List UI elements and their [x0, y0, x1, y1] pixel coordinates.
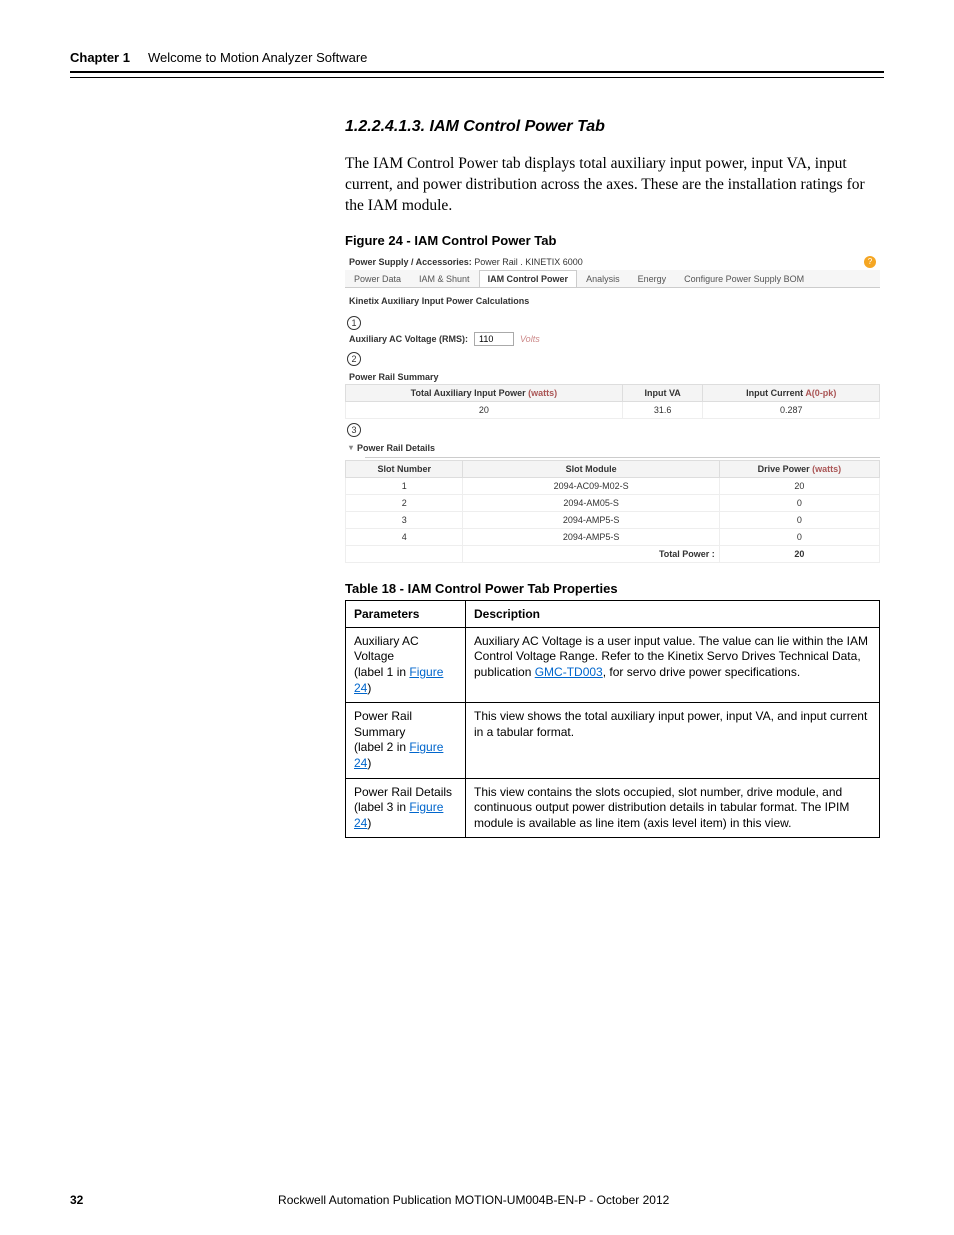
panel-title: Power Supply / Accessories: Power Rail .… [349, 257, 583, 267]
details-title: Power Rail Details [357, 443, 435, 453]
table-row: 32094-AMP5-S0 [346, 511, 880, 528]
summary-table: Total Auxiliary Input Power (watts) Inpu… [345, 384, 880, 419]
table-row: 12094-AC09-M02-S20 [346, 477, 880, 494]
panel-title-value: Power Rail . KINETIX 6000 [474, 257, 583, 267]
tab-power-data[interactable]: Power Data [345, 270, 410, 287]
table-row: 42094-AMP5-S0 [346, 528, 880, 545]
callout-1: 1 [347, 316, 361, 330]
tab-iam-shunt[interactable]: IAM & Shunt [410, 270, 479, 287]
publication-link[interactable]: GMC-TD003 [535, 665, 603, 679]
tab-analysis[interactable]: Analysis [577, 270, 629, 287]
details-h3: Drive Power (watts) [719, 460, 879, 477]
table-row: Power Rail Summary (label 2 in Figure 24… [346, 703, 880, 778]
publication-info: Rockwell Automation Publication MOTION-U… [278, 1193, 669, 1207]
details-h2: Slot Module [463, 460, 719, 477]
panel-title-prefix: Power Supply / Accessories: [349, 257, 472, 267]
aux-voltage-input[interactable] [474, 332, 514, 346]
aux-voltage-label: Auxiliary AC Voltage (RMS): [349, 334, 468, 344]
tab-bar: Power Data IAM & Shunt IAM Control Power… [345, 270, 880, 288]
aux-voltage-unit: Volts [520, 334, 540, 344]
summary-c3: 0.287 [703, 401, 880, 418]
tab-configure-bom[interactable]: Configure Power Supply BOM [675, 270, 813, 287]
table-row: Power Rail Details (label 3 in Figure 24… [346, 778, 880, 838]
section-heading: 1.2.2.4.1.3. IAM Control Power Tab [345, 118, 884, 136]
total-label: Total Power : [463, 545, 719, 562]
details-h1: Slot Number [346, 460, 463, 477]
param-cell: Power Rail Summary (label 2 in Figure 24… [346, 703, 466, 778]
figure-caption: Figure 24 - IAM Control Power Tab [345, 233, 884, 248]
callout-2: 2 [347, 352, 361, 366]
help-icon[interactable]: ? [864, 256, 876, 268]
page-footer: 32 Rockwell Automation Publication MOTIO… [0, 1193, 954, 1207]
th-description: Description [466, 600, 880, 627]
callout-3: 3 [347, 423, 361, 437]
table-caption: Table 18 - IAM Control Power Tab Propert… [345, 581, 884, 596]
collapse-icon[interactable]: ▾ [349, 443, 353, 452]
desc-cell: Auxiliary AC Voltage is a user input val… [466, 627, 880, 702]
chapter-title: Welcome to Motion Analyzer Software [148, 50, 367, 65]
tab-iam-control-power[interactable]: IAM Control Power [479, 270, 578, 287]
rule-light [70, 77, 884, 78]
summary-c1: 20 [346, 401, 623, 418]
screenshot-panel: Power Supply / Accessories: Power Rail .… [345, 254, 880, 563]
total-row: Total Power : 20 [346, 545, 880, 562]
param-cell: Auxiliary AC Voltage (label 1 in Figure … [346, 627, 466, 702]
desc-cell: This view shows the total auxiliary inpu… [466, 703, 880, 778]
summary-c2: 31.6 [622, 401, 703, 418]
total-value: 20 [719, 545, 879, 562]
details-table: Slot Number Slot Module Drive Power (wat… [345, 460, 880, 563]
summary-h1: Total Auxiliary Input Power (watts) [346, 384, 623, 401]
param-cell: Power Rail Details (label 3 in Figure 24… [346, 778, 466, 838]
calc-title: Kinetix Auxiliary Input Power Calculatio… [345, 288, 880, 312]
tab-energy[interactable]: Energy [629, 270, 676, 287]
desc-cell: This view contains the slots occupied, s… [466, 778, 880, 838]
page-number: 32 [70, 1193, 83, 1207]
properties-table: Parameters Description Auxiliary AC Volt… [345, 600, 880, 839]
table-row: 22094-AM05-S0 [346, 494, 880, 511]
th-parameters: Parameters [346, 600, 466, 627]
summary-title: Power Rail Summary [345, 366, 880, 384]
summary-row: 20 31.6 0.287 [346, 401, 880, 418]
summary-h2: Input VA [622, 384, 703, 401]
table-row: Auxiliary AC Voltage (label 1 in Figure … [346, 627, 880, 702]
summary-h3: Input Current A(0-pk) [703, 384, 880, 401]
details-rule [365, 457, 880, 458]
chapter-label: Chapter 1 [70, 50, 130, 65]
section-body: The IAM Control Power tab displays total… [345, 154, 884, 217]
rule-heavy [70, 71, 884, 73]
